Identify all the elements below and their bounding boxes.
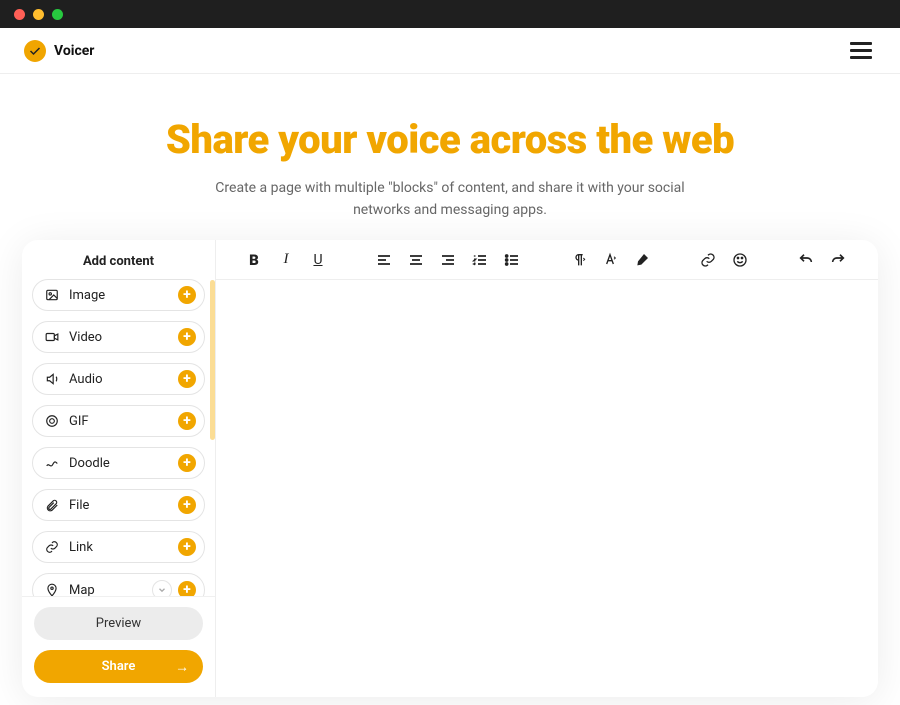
add-icon: +: [178, 328, 196, 346]
sidebar-scrollbar[interactable]: [210, 280, 215, 440]
highlight-button[interactable]: [632, 252, 652, 268]
gif-icon: [43, 414, 61, 428]
align-center-button[interactable]: [406, 252, 426, 268]
doodle-icon: [43, 456, 61, 470]
add-icon: +: [178, 581, 196, 596]
content-item-label: Link: [61, 540, 178, 555]
content-item-gif[interactable]: GIF +: [32, 405, 205, 437]
map-icon: [43, 583, 61, 596]
content-list: Image + Video + Audio +: [22, 279, 215, 596]
add-icon: +: [178, 286, 196, 304]
minimize-window-dot[interactable]: [33, 9, 44, 20]
share-button[interactable]: Share →: [34, 650, 203, 683]
video-icon: [43, 330, 61, 344]
hero-subtitle: Create a page with multiple "blocks" of …: [190, 177, 710, 222]
sidebar-title: Add content: [22, 240, 215, 279]
brand[interactable]: Voicer: [24, 40, 94, 62]
preview-button[interactable]: Preview: [34, 607, 203, 640]
emoji-button[interactable]: [730, 252, 750, 268]
paragraph-button[interactable]: [568, 252, 588, 268]
text-color-button[interactable]: [600, 252, 620, 268]
chevron-down-icon[interactable]: [152, 580, 172, 596]
share-button-label: Share: [102, 659, 136, 674]
content-item-label: Image: [61, 288, 178, 303]
content-item-link[interactable]: Link +: [32, 531, 205, 563]
bold-button[interactable]: B: [244, 251, 264, 269]
align-right-button[interactable]: [438, 252, 458, 268]
insert-link-button[interactable]: [698, 252, 718, 268]
workspace: Add content Image + Video + A: [22, 240, 878, 697]
content-item-label: Map: [61, 583, 152, 597]
redo-button[interactable]: [828, 252, 848, 268]
content-item-label: File: [61, 498, 178, 513]
add-icon: +: [178, 538, 196, 556]
hero: Share your voice across the web Create a…: [0, 74, 900, 252]
menu-button[interactable]: [846, 38, 876, 63]
editor: B I U: [216, 240, 878, 697]
editor-canvas[interactable]: [216, 280, 878, 697]
content-item-video[interactable]: Video +: [32, 321, 205, 353]
window-chrome: [0, 0, 900, 28]
add-icon: +: [178, 370, 196, 388]
sidebar: Add content Image + Video + A: [22, 240, 216, 697]
content-item-doodle[interactable]: Doodle +: [32, 447, 205, 479]
italic-button[interactable]: I: [276, 251, 296, 268]
content-item-map[interactable]: Map +: [32, 573, 205, 596]
hero-title: Share your voice across the web: [40, 116, 860, 163]
content-item-label: GIF: [61, 414, 178, 429]
add-icon: +: [178, 496, 196, 514]
top-bar: Voicer: [0, 28, 900, 74]
content-item-audio[interactable]: Audio +: [32, 363, 205, 395]
image-icon: [43, 288, 61, 302]
ordered-list-button[interactable]: [470, 252, 490, 268]
align-left-button[interactable]: [374, 252, 394, 268]
unordered-list-button[interactable]: [502, 252, 522, 268]
audio-icon: [43, 372, 61, 386]
content-item-image[interactable]: Image +: [32, 279, 205, 311]
content-item-label: Doodle: [61, 456, 178, 471]
editor-toolbar: B I U: [216, 240, 878, 280]
link-icon: [43, 540, 61, 554]
undo-button[interactable]: [796, 252, 816, 268]
maximize-window-dot[interactable]: [52, 9, 63, 20]
brand-name: Voicer: [54, 43, 94, 59]
brand-logo-icon: [24, 40, 46, 62]
add-icon: +: [178, 412, 196, 430]
arrow-right-icon: →: [175, 658, 189, 675]
sidebar-footer: Preview Share →: [22, 596, 215, 697]
content-item-file[interactable]: File +: [32, 489, 205, 521]
underline-button[interactable]: U: [308, 252, 328, 268]
close-window-dot[interactable]: [14, 9, 25, 20]
file-icon: [43, 498, 61, 512]
add-icon: +: [178, 454, 196, 472]
content-item-label: Audio: [61, 372, 178, 387]
content-item-label: Video: [61, 330, 178, 345]
